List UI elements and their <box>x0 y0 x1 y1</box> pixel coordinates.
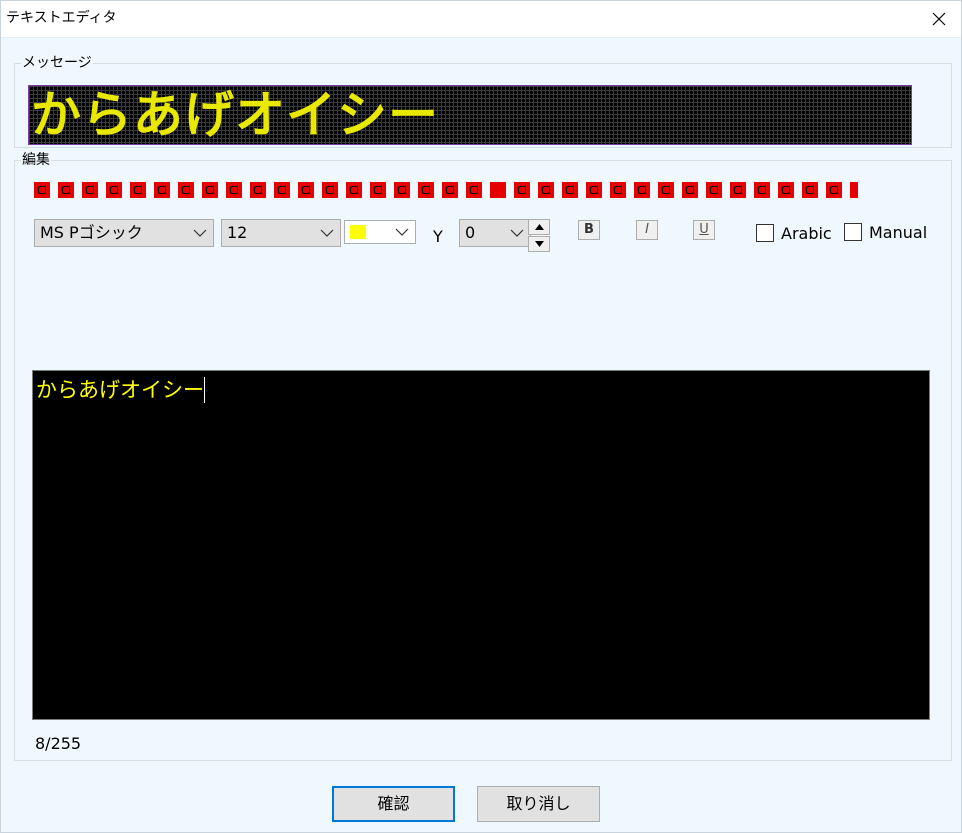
font-select-value: MS Pゴシック <box>40 223 143 242</box>
title-bar: テキストエディタ <box>0 0 962 38</box>
symbol-7-icon[interactable] <box>178 182 194 198</box>
symbol-22-icon[interactable] <box>538 182 554 198</box>
led-preview: からあげオイシー <box>28 85 912 145</box>
edit-group-label: 編集 <box>22 152 50 168</box>
symbol-32-icon[interactable] <box>778 182 794 198</box>
font-size-value: 12 <box>227 223 248 242</box>
symbol-29-icon[interactable] <box>706 182 722 198</box>
y-spin-down-button[interactable] <box>528 236 550 252</box>
chevron-down-icon <box>395 228 409 236</box>
arabic-checkbox[interactable] <box>756 224 774 242</box>
char-counter: 8/255 <box>35 734 82 753</box>
led-preview-text: からあげオイシー <box>31 86 439 144</box>
manual-checkbox[interactable] <box>844 223 862 241</box>
symbol-35-icon[interactable] <box>850 182 858 198</box>
symbol-9-icon[interactable] <box>226 182 242 198</box>
symbol-8-icon[interactable] <box>202 182 218 198</box>
italic-button[interactable]: I <box>636 220 658 240</box>
symbol-palette <box>34 182 866 200</box>
editor-content: からあげオイシー <box>36 377 205 403</box>
symbol-26-icon[interactable] <box>634 182 650 198</box>
symbol-2-icon[interactable] <box>58 182 74 198</box>
chevron-down-icon <box>510 229 524 237</box>
symbol-10-icon[interactable] <box>250 182 266 198</box>
symbol-23-icon[interactable] <box>562 182 578 198</box>
ok-button[interactable]: 確認 <box>332 786 455 822</box>
underline-button[interactable]: U <box>693 220 715 240</box>
symbol-4-icon[interactable] <box>106 182 122 198</box>
message-group-label: メッセージ <box>22 55 92 71</box>
symbol-34-icon[interactable] <box>826 182 842 198</box>
symbol-19-icon[interactable] <box>466 182 482 198</box>
chevron-down-icon <box>320 229 334 237</box>
arrow-down-icon <box>534 241 544 247</box>
cancel-button[interactable]: 取り消し <box>477 786 600 822</box>
y-offset-value: 0 <box>465 223 476 242</box>
italic-label: I <box>645 222 649 237</box>
symbol-27-icon[interactable] <box>658 182 674 198</box>
symbol-24-icon[interactable] <box>586 182 602 198</box>
symbol-1-icon[interactable] <box>34 182 50 198</box>
chevron-down-icon <box>193 229 207 237</box>
cancel-button-label: 取り消し <box>506 794 571 813</box>
manual-label[interactable]: Manual <box>869 224 927 242</box>
color-swatch <box>350 225 366 239</box>
font-size-select[interactable]: 12 <box>221 219 341 247</box>
symbol-15-icon[interactable] <box>370 182 386 198</box>
bold-label: B <box>584 222 594 237</box>
color-select[interactable] <box>344 220 416 244</box>
symbol-12-icon[interactable] <box>298 182 314 198</box>
message-group: メッセージ からあげオイシー <box>14 56 952 148</box>
message-editor[interactable]: からあげオイシー <box>32 370 930 720</box>
symbol-33-icon[interactable] <box>802 182 818 198</box>
symbol-17-icon[interactable] <box>418 182 434 198</box>
symbol-20-icon[interactable] <box>490 182 506 198</box>
y-label: Y <box>433 227 443 246</box>
symbol-13-icon[interactable] <box>322 182 338 198</box>
ok-button-label: 確認 <box>377 794 410 813</box>
symbol-28-icon[interactable] <box>682 182 698 198</box>
arrow-up-icon <box>534 224 544 230</box>
symbol-30-icon[interactable] <box>730 182 746 198</box>
symbol-21-icon[interactable] <box>514 182 530 198</box>
arabic-label[interactable]: Arabic <box>781 225 832 243</box>
bold-button[interactable]: B <box>578 220 600 240</box>
symbol-11-icon[interactable] <box>274 182 290 198</box>
y-offset-select[interactable]: 0 <box>459 219 531 247</box>
symbol-25-icon[interactable] <box>610 182 626 198</box>
symbol-6-icon[interactable] <box>154 182 170 198</box>
editor-text: からあげオイシー <box>36 378 204 402</box>
underline-label: U <box>699 222 709 237</box>
font-select[interactable]: MS Pゴシック <box>34 219 214 247</box>
close-icon <box>932 12 946 25</box>
text-caret <box>204 377 205 403</box>
symbol-5-icon[interactable] <box>130 182 146 198</box>
y-spin-up-button[interactable] <box>528 219 550 235</box>
close-button[interactable] <box>916 0 962 37</box>
edit-group: 編集 MS Pゴシック 12 Y 0 B I U Arabic Manual か… <box>14 153 952 761</box>
symbol-18-icon[interactable] <box>442 182 458 198</box>
symbol-3-icon[interactable] <box>82 182 98 198</box>
symbol-31-icon[interactable] <box>754 182 770 198</box>
symbol-16-icon[interactable] <box>394 182 410 198</box>
window-title: テキストエディタ <box>6 10 117 26</box>
symbol-14-icon[interactable] <box>346 182 362 198</box>
